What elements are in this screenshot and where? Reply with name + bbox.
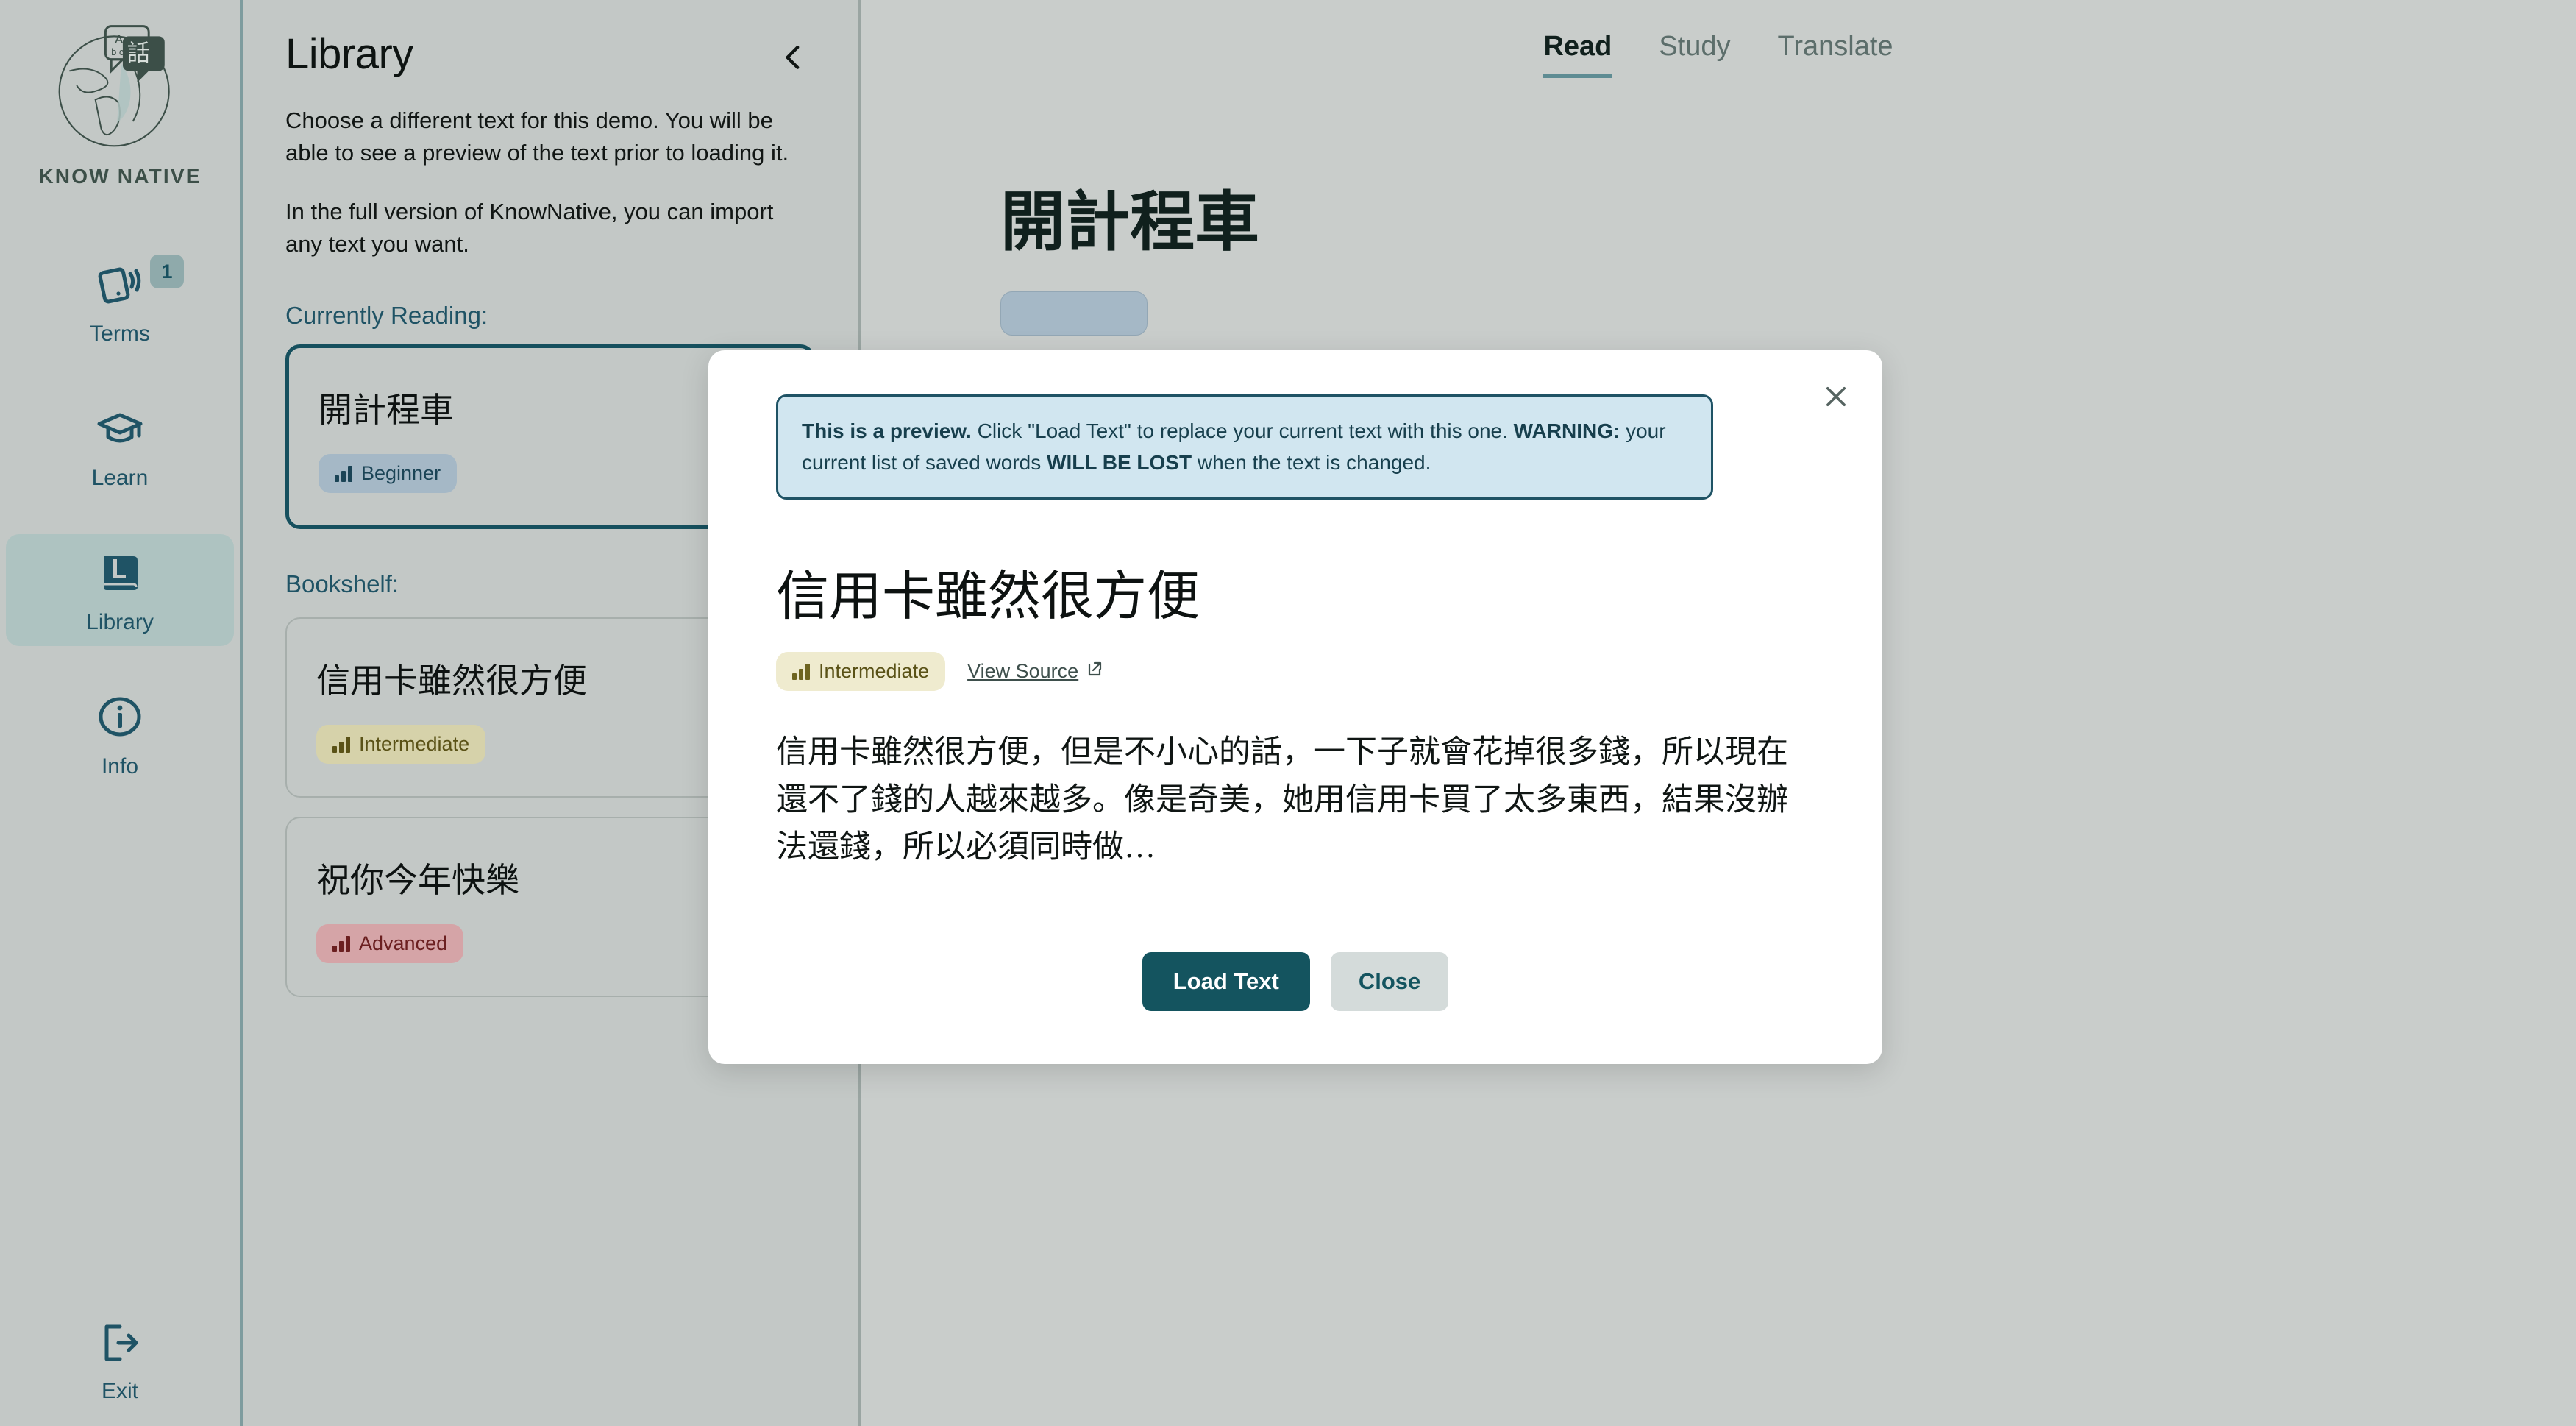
article-title: 開計程車 [1000, 188, 1260, 259]
level-badge: Intermediate [316, 725, 486, 765]
view-source-link[interactable]: View Source [967, 660, 1103, 683]
currently-reading-label: Currently Reading: [285, 302, 488, 330]
text-preview-modal: This is a preview. Click "Load Text" to … [708, 350, 1882, 1064]
app-logo: A b c 話 KNOW NATIVE [38, 13, 201, 188]
level-badge: Beginner [319, 454, 458, 494]
tab-read[interactable]: Read [1543, 31, 1612, 78]
modal-level-badge: Intermediate [776, 652, 946, 692]
level-label: Advanced [359, 932, 448, 955]
info-circle-icon [93, 689, 147, 744]
brand-name: KNOW NATIVE [38, 165, 202, 188]
modal-meta-row: Intermediate View Source [776, 652, 1882, 692]
close-icon[interactable] [1812, 372, 1860, 421]
graduation-cap-icon [93, 401, 147, 455]
tab-study[interactable]: Study [1659, 31, 1730, 78]
svg-text:A: A [115, 32, 124, 46]
level-bars-icon [792, 663, 810, 680]
level-bars-icon [332, 736, 350, 753]
article-level-badge [1000, 291, 1148, 336]
terms-count-badge: 1 [150, 255, 184, 288]
flashcards-icon [93, 257, 147, 311]
library-title: Library [285, 30, 413, 78]
alert-bold-3: WILL BE LOST [1047, 450, 1192, 474]
modal-preview-body: 信用卡雖然很方便，但是不小心的話，一下子就會花掉很多錢，所以現在還不了錢的人越來… [776, 735, 1788, 865]
sidebar-item-label: Library [86, 610, 154, 634]
external-link-icon [1085, 660, 1103, 683]
level-label: Intermediate [359, 733, 470, 756]
level-bars-icon [332, 935, 350, 952]
sidebar-item-label: Learn [91, 466, 149, 490]
level-bars-icon [335, 465, 352, 482]
sidebar-item-library[interactable]: Library [6, 534, 234, 646]
logout-icon [93, 1316, 147, 1370]
svg-text:話: 話 [127, 40, 150, 66]
sidebar-item-info[interactable]: Info [6, 678, 234, 790]
level-label: Beginner [361, 462, 441, 485]
sidebar-item-learn[interactable]: Learn [6, 390, 234, 502]
library-description-2: In the full version of KnowNative, you c… [285, 199, 774, 258]
close-button[interactable]: Close [1330, 952, 1449, 1011]
app-root: A b c 話 KNOW NATIVE Terms 1 Learn Librar… [0, 0, 2576, 1426]
level-label: Intermediate [819, 660, 930, 683]
chevron-left-icon[interactable] [771, 35, 815, 79]
sidebar-item-label: Info [101, 754, 139, 778]
tab-translate[interactable]: Translate [1778, 31, 1893, 78]
alert-bold-1: This is a preview. [802, 419, 972, 442]
exit-button[interactable]: Exit [93, 1316, 147, 1404]
sidebar-item-label: Terms [90, 322, 150, 346]
alert-text-3: when the text is changed. [1192, 450, 1431, 474]
alert-text-1: Click "Load Text" to replace your curren… [971, 419, 1514, 442]
reader-tabs: Read Study Translate [861, 0, 2576, 78]
book-icon [93, 545, 147, 600]
view-source-label: View Source [967, 660, 1079, 683]
preview-warning-banner: This is a preview. Click "Load Text" to … [776, 394, 1713, 500]
svg-text:b c: b c [111, 46, 124, 57]
alert-bold-2: WARNING: [1513, 419, 1620, 442]
library-description-1: Choose a different text for this demo. Y… [285, 107, 789, 166]
modal-footer-actions: Load Text Close [708, 952, 1882, 1011]
modal-text-title: 信用卡雖然很方便 [776, 567, 1200, 627]
left-sidebar: A b c 話 KNOW NATIVE Terms 1 Learn Librar… [0, 0, 243, 1426]
sidebar-nav: Terms 1 Learn Library Info [0, 246, 240, 823]
library-header: Library [285, 29, 815, 79]
sidebar-item-terms[interactable]: Terms 1 [6, 246, 234, 358]
globe-speech-bubble-logo-icon: A b c 話 [48, 13, 192, 157]
level-badge: Advanced [316, 924, 464, 964]
load-text-button[interactable]: Load Text [1142, 952, 1310, 1011]
exit-label: Exit [101, 1379, 138, 1403]
